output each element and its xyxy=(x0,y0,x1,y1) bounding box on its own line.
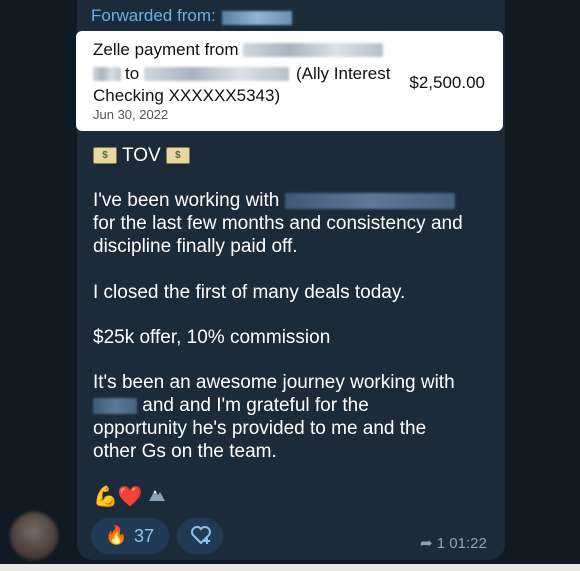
forwarded-from-label: Forwarded from: xyxy=(91,6,216,25)
message-paragraph-1: I've been working with for the last few … xyxy=(93,189,463,258)
forward-count: 1 xyxy=(436,535,446,552)
message-time: 01:22 xyxy=(449,535,487,552)
message-paragraph-2: I closed the first of many deals today. xyxy=(93,282,406,303)
emoji-text: 💪❤️ xyxy=(93,486,143,508)
redacted-fragment xyxy=(93,67,121,81)
p4-line2: and and I'm grateful for the xyxy=(142,395,369,416)
payment-amount: $2,500.00 xyxy=(409,73,485,92)
avatar[interactable] xyxy=(10,512,58,560)
payment-account-number: Checking XXXXXX5343) xyxy=(93,86,281,105)
message-paragraph-4: It's been an awesome journey working wit… xyxy=(93,371,455,463)
payment-account: (Ally Interest xyxy=(296,64,391,83)
message-title-row: $ TOV $ xyxy=(93,144,190,167)
message-meta: ➦ 1 01:22 xyxy=(420,534,487,552)
payment-line1: Zelle payment from xyxy=(93,40,239,59)
add-reaction-button[interactable] xyxy=(177,518,223,554)
message-title: TOV xyxy=(121,145,161,166)
forward-arrow-icon: ➦ xyxy=(420,535,433,552)
p4-line1: It's been an awesome journey working wit… xyxy=(93,372,455,393)
payment-card[interactable]: Zelle payment from to (Ally Interest Che… xyxy=(76,31,503,131)
forwarded-source-redacted[interactable] xyxy=(222,11,292,25)
message-paragraph-3: $25k offer, 10% commission xyxy=(93,327,331,348)
p4-line4: other Gs on the team. xyxy=(93,441,277,462)
money-emoji-icon: $ xyxy=(93,147,117,165)
fire-reaction-count: 37 xyxy=(134,526,155,546)
money-emoji-icon: $ xyxy=(165,147,190,165)
fire-icon: 🔥 xyxy=(105,525,128,545)
redacted-name xyxy=(93,397,137,414)
p4-line3: opportunity he's provided to me and the xyxy=(93,418,427,439)
payment-date: Jun 30, 2022 xyxy=(93,107,169,122)
bottom-edge xyxy=(0,564,580,571)
fire-reaction-button[interactable]: 🔥 37 xyxy=(91,518,169,554)
p1-line3: discipline finally paid off. xyxy=(93,236,298,257)
redacted-recipient xyxy=(144,67,289,81)
p1-line2: for the last few months and consistency … xyxy=(93,213,463,234)
add-reaction-icon xyxy=(191,526,211,545)
p1-line1: I've been working with xyxy=(93,190,280,211)
emoji-line: 💪❤️ xyxy=(93,484,166,509)
redacted-name xyxy=(284,192,455,209)
redacted-sender xyxy=(243,43,383,57)
payment-to: to xyxy=(125,64,140,83)
mountain-emoji-icon xyxy=(149,490,166,501)
